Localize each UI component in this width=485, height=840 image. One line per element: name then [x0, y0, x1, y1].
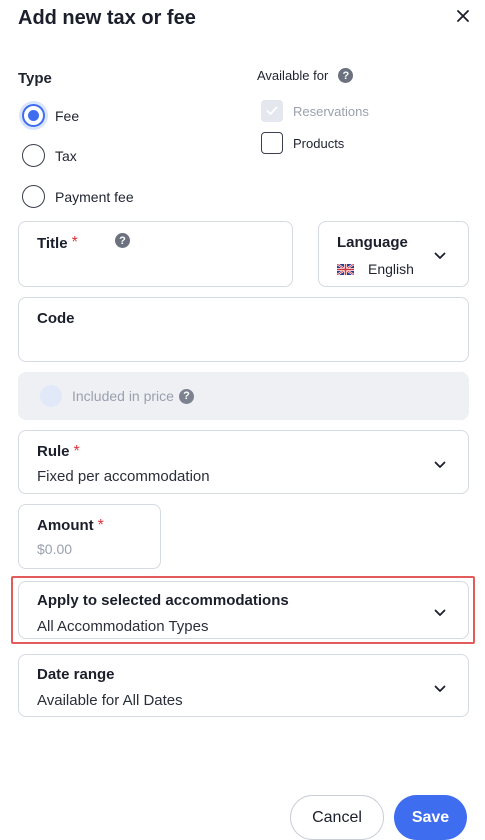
payment-fee-radio[interactable] [22, 185, 45, 208]
highlight-box [11, 576, 475, 644]
date-range-select[interactable]: Date range Available for All Dates [18, 654, 469, 717]
language-select[interactable]: Language English [318, 221, 469, 287]
title-label: Title [37, 234, 68, 252]
tax-label: Tax [55, 147, 77, 164]
products-checkbox[interactable] [261, 132, 283, 154]
required-mark: * [71, 234, 78, 251]
type-option-payment-fee[interactable]: Payment fee [22, 185, 134, 208]
reservations-checkbox [261, 100, 283, 122]
chevron-down-icon [434, 252, 446, 259]
included-in-price-row: Included in price ? [18, 372, 469, 420]
reservations-label: Reservations [293, 103, 369, 119]
available-for-text: Available for [257, 68, 329, 83]
language-value: English [368, 261, 414, 277]
rule-value: Fixed per accommodation [37, 468, 210, 485]
cancel-button[interactable]: Cancel [290, 795, 384, 840]
close-button[interactable] [453, 6, 473, 26]
title-help-icon[interactable]: ? [115, 233, 130, 248]
type-option-fee[interactable]: Fee [22, 104, 79, 127]
chevron-down-icon [434, 461, 446, 468]
rule-label: Rule [37, 443, 70, 460]
fee-radio[interactable] [22, 104, 45, 127]
available-products[interactable]: Products [261, 132, 344, 154]
uk-flag-icon [337, 263, 354, 275]
type-option-tax[interactable]: Tax [22, 144, 77, 167]
date-range-value: Available for All Dates [37, 692, 183, 709]
dialog-title: Add new tax or fee [18, 7, 196, 29]
available-reservations: Reservations [261, 100, 369, 122]
included-help-icon[interactable]: ? [178, 388, 194, 404]
included-in-price-label: Included in price [72, 388, 174, 404]
chevron-down-icon [434, 685, 446, 692]
amount-field[interactable]: Amount * $0.00 [18, 504, 161, 569]
save-button[interactable]: Save [394, 795, 467, 840]
products-label: Products [293, 135, 345, 151]
language-label: Language [337, 234, 408, 251]
rule-select[interactable]: Rule * Fixed per accommodation [18, 430, 469, 494]
close-icon [457, 10, 469, 22]
fee-label: Fee [55, 107, 80, 124]
included-in-price-toggle [40, 385, 62, 407]
amount-placeholder: $0.00 [37, 541, 73, 557]
tax-radio[interactable] [22, 144, 45, 167]
required-mark: * [73, 443, 80, 460]
code-label: Code [37, 310, 75, 327]
title-field[interactable]: Title * ? [18, 221, 293, 287]
available-for-label: Available for ? [257, 68, 354, 83]
code-field[interactable]: Code [18, 297, 469, 362]
help-icon[interactable]: ? [338, 68, 354, 83]
checkmark-icon [266, 106, 278, 115]
date-range-label: Date range [37, 666, 115, 683]
amount-label: Amount [37, 517, 94, 534]
payment-fee-label: Payment fee [55, 188, 134, 205]
type-label: Type [18, 70, 52, 87]
required-mark: * [97, 517, 104, 534]
